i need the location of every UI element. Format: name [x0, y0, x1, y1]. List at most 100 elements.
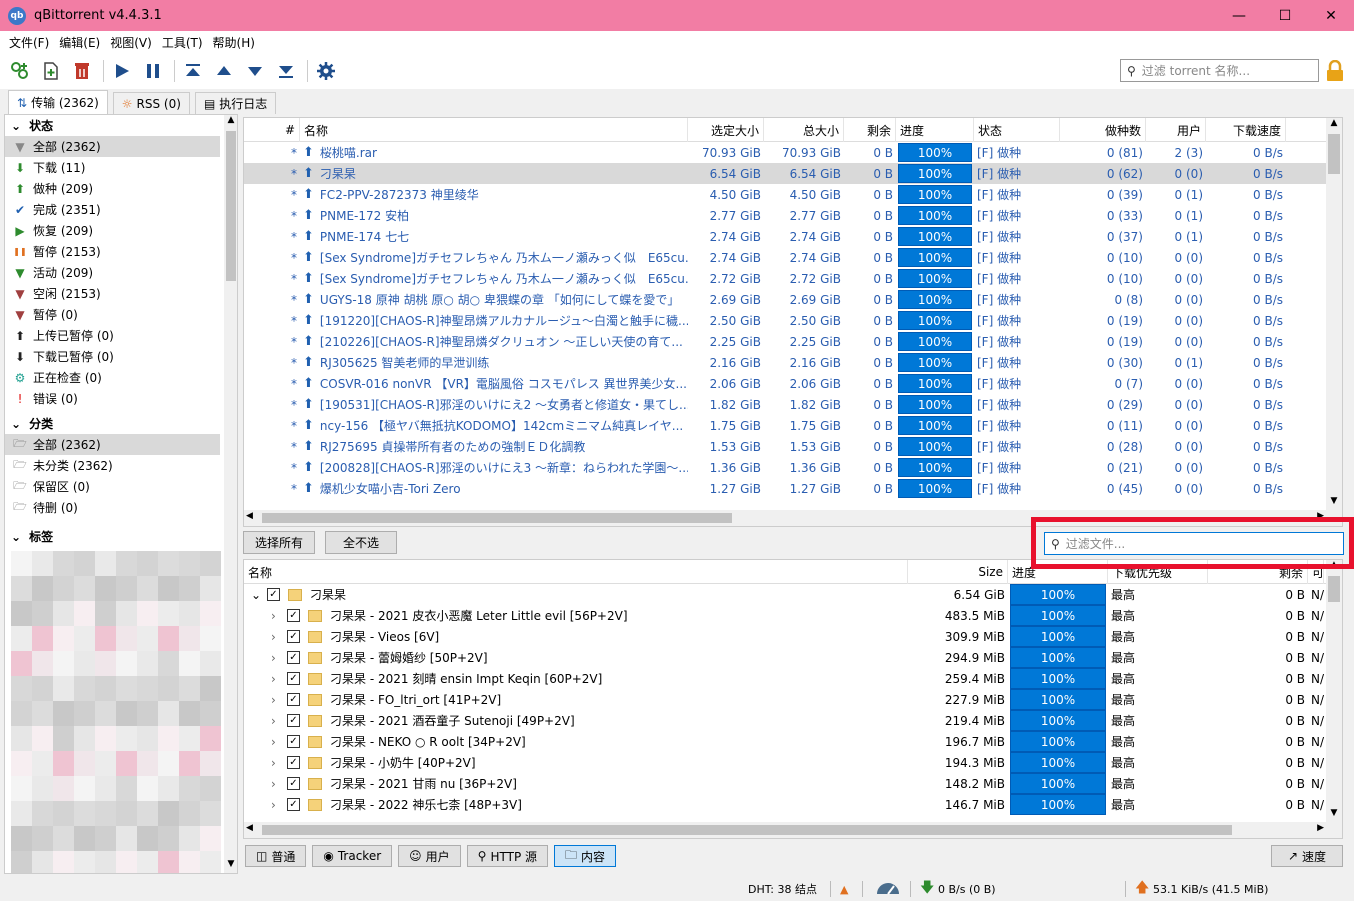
sidebar-category-item[interactable]: 🗁 保留区 (0) — [5, 476, 220, 497]
col-header-seeds[interactable]: 做种数 — [1060, 118, 1146, 142]
torrent-row[interactable]: * ⬆ [Sex Syndrome]ガチセフレちゃん 乃木ム一ノ瀬みっく似 E65c… — [244, 247, 1342, 268]
file-priority[interactable]: 最高 — [1108, 710, 1208, 731]
speed-tab-button[interactable]: ↗ 速度 — [1271, 845, 1343, 867]
sidebar-category-item[interactable]: 🗁 全部 (2362) — [5, 434, 220, 455]
torrent-row[interactable]: * ⬆ [Sex Syndrome]ガチセフレちゃん 乃木ム一ノ瀬みっく似 E65c… — [244, 268, 1342, 289]
close-button[interactable]: ✕ — [1308, 0, 1354, 31]
chevron-right-icon[interactable]: › — [271, 609, 287, 623]
file-priority[interactable]: 最高 — [1108, 773, 1208, 794]
file-row[interactable]: › ✓ 刁杲杲 - 蕾姆婚纱 [50P+2V] 294.9 MiB 100% 最高 0 BN… — [244, 647, 1342, 668]
file-checkbox[interactable]: ✓ — [287, 735, 300, 748]
sidebar-category-item[interactable]: 🗁 待删 (0) — [5, 497, 220, 518]
scroll-down-arrow[interactable]: ▼ — [224, 859, 237, 873]
col-header-peers[interactable]: 用户 — [1146, 118, 1206, 142]
scroll-up-arrow[interactable]: ▲ — [224, 115, 237, 129]
file-row[interactable]: › ✓ 刁杲杲 - 2022 神乐七柰 [48P+3V] 146.7 MiB 100% 最… — [244, 794, 1342, 815]
tab-rss[interactable]: ☼ RSS (0) — [112, 92, 190, 114]
chevron-right-icon[interactable]: › — [271, 756, 287, 770]
delete-icon[interactable] — [68, 57, 96, 85]
file-row[interactable]: › ✓ 刁杲杲 - 2021 皮衣小恶魔 Leter Little evil [56… — [244, 605, 1342, 626]
menu-file[interactable]: 文件(F) — [4, 34, 54, 51]
torrent-filter-input[interactable]: ⚲ 过滤 torrent 名称... — [1120, 59, 1319, 82]
file-priority[interactable]: 最高 — [1108, 794, 1208, 815]
add-torrent-link-icon[interactable] — [6, 57, 34, 85]
torrent-row[interactable]: * ⬆ FC2-PPV-2872373 神里绫华 4.50 GiB 4.50 GiB 0 … — [244, 184, 1342, 205]
col-header-progress[interactable]: 进度 — [896, 118, 974, 142]
tab-users[interactable]: ☺ 用户 — [398, 845, 461, 867]
chevron-right-icon[interactable]: › — [271, 714, 287, 728]
file-checkbox[interactable]: ✓ — [287, 651, 300, 664]
file-checkbox[interactable]: ✓ — [287, 714, 300, 727]
options-gear-icon[interactable] — [312, 57, 340, 85]
torrent-row[interactable]: * ⬆ PNME-174 七七 2.74 GiB 2.74 GiB 0 B 100% [F] … — [244, 226, 1342, 247]
scroll-down-arrow[interactable]: ▼ — [1326, 808, 1342, 822]
sidebar-status-item[interactable]: ⚙ 正在检查 (0) — [5, 367, 220, 388]
file-priority[interactable]: 最高 — [1108, 647, 1208, 668]
menu-tools[interactable]: 工具(T) — [157, 34, 208, 51]
sidebar-status-item[interactable]: ▼ 暂停 (0) — [5, 304, 220, 325]
menu-view[interactable]: 视图(V) — [105, 34, 157, 51]
connection-status-icon[interactable]: ▲ — [840, 883, 848, 896]
sidebar-status-item[interactable]: ❚❚ 暂停 (2153) — [5, 241, 220, 262]
scroll-up-arrow[interactable]: ▲ — [1326, 118, 1342, 132]
file-table-vscroll[interactable]: ▲ ▼ — [1326, 560, 1342, 838]
tab-transfers[interactable]: ⇅ 传输 (2362) — [8, 90, 108, 114]
torrent-row[interactable]: * ⬆ UGYS-18 原神 胡桃 原○ 胡○ 卑猥蝶の章 「如何にして蝶を愛で」 2… — [244, 289, 1342, 310]
sidebar-category-item[interactable]: 🗁 未分类 (2362) — [5, 455, 220, 476]
file-row[interactable]: › ✓ 刁杲杲 - Vieos [6V] 309.9 MiB 100% 最高 0 B N/ — [244, 626, 1342, 647]
file-checkbox[interactable]: ✓ — [287, 693, 300, 706]
torrent-row[interactable]: * ⬆ 爆机少女喵小吉-Tori Zero 1.27 GiB 1.27 GiB 0 B 10… — [244, 478, 1342, 499]
torrent-row[interactable]: * ⬆ [210226][CHAOS-R]神聖昂燐ダクリュオン ～正しい天使の育て.… — [244, 331, 1342, 352]
col-header-selected-size[interactable]: 选定大小 — [688, 118, 764, 142]
col-header-name[interactable]: 名称 — [244, 560, 908, 584]
torrent-row[interactable]: * ⬆ [191220][CHAOS-R]神聖昂燐アルカナルージュ～白濁と触手に穢.… — [244, 310, 1342, 331]
file-checkbox[interactable]: ✓ — [267, 588, 280, 601]
torrent-row[interactable]: * ⬆ COSVR-016 nonVR 【VR】電脳風俗 コスモパレス 異世界美少女… — [244, 373, 1342, 394]
col-header-size[interactable]: Size — [908, 560, 1008, 584]
sidebar-status-item[interactable]: ▼ 空闲 (2153) — [5, 283, 220, 304]
scroll-thumb[interactable] — [1328, 576, 1340, 602]
file-row[interactable]: › ✓ 刁杲杲 - 2021 酒吞童子 Sutenoji [49P+2V] 219.4… — [244, 710, 1342, 731]
scroll-thumb[interactable] — [1328, 134, 1340, 174]
file-priority[interactable]: 最高 — [1108, 752, 1208, 773]
file-row[interactable]: › ✓ 刁杲杲 - 小奶牛 [40P+2V] 194.3 MiB 100% 最高 0 B N/ — [244, 752, 1342, 773]
file-root-row[interactable]: ⌄ ✓ 刁杲杲 6.54 GiB 100% 最高 0 B N/ — [244, 584, 1342, 605]
col-header-name[interactable]: 名称 — [300, 118, 688, 142]
scroll-left-arrow[interactable]: ◀ — [246, 823, 253, 833]
sidebar-status-item[interactable]: ▶ 恢复 (209) — [5, 220, 220, 241]
col-header-total-size[interactable]: 总大小 — [764, 118, 844, 142]
sidebar-status-item[interactable]: ⬇ 下载 (11) — [5, 157, 220, 178]
scroll-thumb[interactable] — [262, 513, 732, 523]
scroll-right-arrow[interactable]: ▶ — [1317, 823, 1324, 833]
chevron-right-icon[interactable]: › — [271, 630, 287, 644]
file-priority[interactable]: 最高 — [1108, 668, 1208, 689]
sidebar-status-item[interactable]: ✔ 完成 (2351) — [5, 199, 220, 220]
tags-section-header[interactable]: ⌄ 标签 — [5, 526, 237, 547]
torrent-row[interactable]: * ⬆ ncy-156 【極ヤバ無抵抗KODOMO】142cmミニマム純真レイヤ..… — [244, 415, 1342, 436]
file-priority[interactable]: 最高 — [1108, 584, 1208, 605]
sidebar-scrollbar[interactable]: ▲ ▼ — [224, 115, 237, 873]
upload-speed[interactable]: 53.1 KiB/s (41.5 MiB) — [1153, 883, 1268, 896]
torrent-row[interactable]: * ⬆ [200828][CHAOS-R]邪淫のいけにえ3 ～新章：ねらわれた学園～… — [244, 457, 1342, 478]
lock-icon[interactable] — [1325, 59, 1345, 82]
tab-http-source[interactable]: ⚲ HTTP 源 — [466, 845, 548, 867]
file-priority[interactable]: 最高 — [1108, 605, 1208, 626]
scroll-down-arrow[interactable]: ▼ — [1326, 496, 1342, 510]
tab-content[interactable]: 🗀 内容 — [554, 845, 617, 867]
chevron-right-icon[interactable]: › — [271, 777, 287, 791]
file-priority[interactable]: 最高 — [1108, 689, 1208, 710]
download-speed[interactable]: 0 B/s (0 B) — [938, 883, 996, 896]
speed-limit-icon[interactable] — [875, 881, 901, 898]
sidebar-status-item[interactable]: ! 错误 (0) — [5, 388, 220, 409]
col-header-down-speed[interactable]: 下载速度 — [1206, 118, 1286, 142]
file-checkbox[interactable]: ✓ — [287, 756, 300, 769]
torrent-row[interactable]: * ⬆ PNME-172 安柏 2.77 GiB 2.77 GiB 0 B 100% [F] … — [244, 205, 1342, 226]
tab-general[interactable]: ◫ 普通 — [245, 845, 307, 867]
col-header-remaining[interactable]: 剩余 — [844, 118, 896, 142]
scroll-left-arrow[interactable]: ◀ — [246, 511, 253, 521]
file-checkbox[interactable]: ✓ — [287, 609, 300, 622]
file-row[interactable]: › ✓ 刁杲杲 - 2021 甘雨 nu [36P+2V] 148.2 MiB 100%… — [244, 773, 1342, 794]
file-priority[interactable]: 最高 — [1108, 731, 1208, 752]
sidebar-status-item[interactable]: ▼ 全部 (2362) — [5, 136, 220, 157]
file-row[interactable]: › ✓ 刁杲杲 - NEKO ○ R oolt [34P+2V] 196.7 MiB 1… — [244, 731, 1342, 752]
